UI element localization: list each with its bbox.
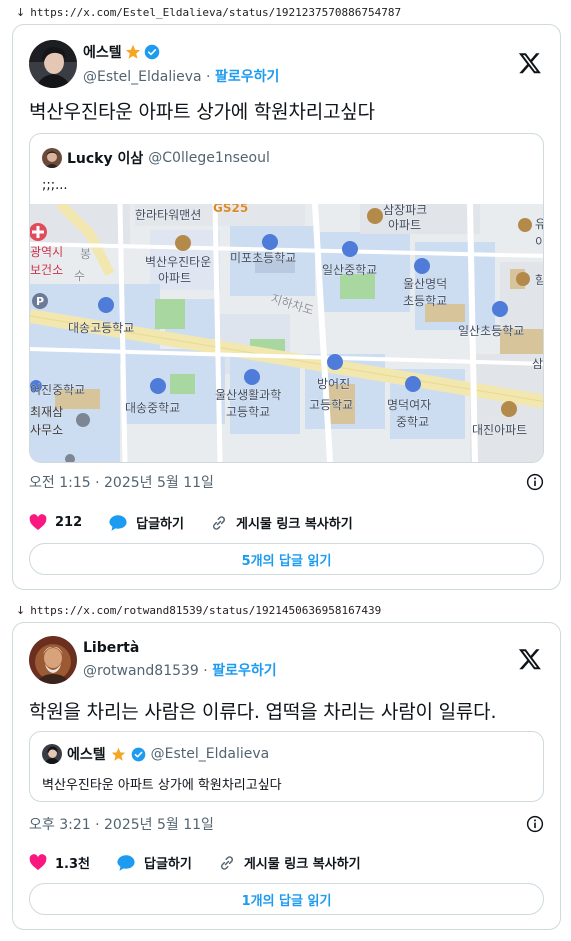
map-label: 아파트 <box>158 271 191 285</box>
speech-bubble-icon <box>109 514 127 531</box>
verified-badge-icon <box>131 747 145 761</box>
map-label: 울산명덕 <box>403 277 447 291</box>
gold-star-icon <box>125 44 140 59</box>
map-label: 울산생활과학 <box>215 388 281 402</box>
map-label: 방어진 <box>317 377 350 391</box>
copy-link-button[interactable]: 게시물 링크 복사하기 <box>210 513 353 532</box>
copy-link-button[interactable]: 게시물 링크 복사하기 <box>218 853 361 872</box>
map-label: 중학교 <box>396 415 429 429</box>
follow-button[interactable]: 팔로우하기 <box>212 663 276 679</box>
quoted-avatar <box>42 148 62 168</box>
map-label: 아파트 <box>388 218 421 232</box>
map-label: 최재삼 <box>30 405 63 419</box>
reply-button[interactable]: 답글하기 <box>108 513 184 532</box>
map-label: 봉 <box>80 247 91 261</box>
capture-url-1: ↓ https://x.com/Estel_Eldalieva/status/1… <box>16 6 401 19</box>
quoted-author-name: Lucky 이삼 <box>67 151 144 167</box>
map-image[interactable]: P 한라타워맨션 GS25 삼장파크 아파트 광역시 보건소 봉 수 벽산우진타… <box>30 200 544 462</box>
author-handle[interactable]: @rotwand81539 <box>83 663 199 679</box>
tweet-card: 에스텔 @Estel_Eldalieva · 팔로우하기 벽산우진타운 아파트 … <box>12 24 561 590</box>
url-text: https://x.com/rotwand81539/status/192145… <box>30 604 382 617</box>
copy-link-label: 게시물 링크 복사하기 <box>243 857 361 872</box>
x-logo-icon[interactable] <box>518 647 542 671</box>
map-label: 수 <box>74 269 85 283</box>
down-arrow-icon: ↓ <box>16 604 26 617</box>
map-label: 일산중학교 <box>322 263 377 277</box>
author-name[interactable]: 에스텔 <box>83 42 122 62</box>
like-button[interactable]: 212 <box>29 514 82 531</box>
quoted-tweet[interactable]: 에스텔 @Estel_Eldalieva 벽산우진타운 아파트 상가에 학원차리… <box>29 731 544 802</box>
map-label: 일산초등학교 <box>458 324 524 338</box>
map-label: 삼 <box>532 357 543 371</box>
info-icon[interactable] <box>526 815 544 833</box>
map-label: 어진중학교 <box>30 383 85 397</box>
map-label: 명덕여자 <box>387 398 431 412</box>
quoted-text: 벽산우진타운 아파트 상가에 학원차리고싶다 <box>42 778 282 793</box>
tweet-text: 학원을 차리는 사람은 이류다. 엽떡을 차리는 사람이 일류다. <box>29 701 497 723</box>
quoted-header: Lucky 이삼 @C0llege1nseoul <box>42 148 270 168</box>
tweet-text: 벽산우진타운 아파트 상가에 학원차리고싶다 <box>29 101 375 123</box>
link-icon <box>212 515 225 530</box>
map-label: 고등학교 <box>226 405 270 419</box>
map-label: 미포초등학교 <box>230 251 296 265</box>
like-button[interactable]: 1.3천 <box>29 853 90 872</box>
author-name[interactable]: Libertà <box>83 640 139 656</box>
link-icon <box>220 855 233 870</box>
heart-icon <box>29 854 47 870</box>
map-label: 고등학교 <box>309 398 353 412</box>
quoted-tweet[interactable]: Lucky 이삼 @C0llege1nseoul ;;;... P 한라타워맨션… <box>29 133 544 463</box>
map-label: 사무소 <box>30 423 63 437</box>
quoted-author-handle: @Estel_Eldalieva <box>150 746 270 762</box>
map-label: 벽산우진타운 <box>145 255 211 269</box>
timestamp[interactable]: 오후 3:21 · 2025년 5월 11일 <box>29 814 214 834</box>
tweet-header: 에스텔 @Estel_Eldalieva · 팔로우하기 <box>29 39 544 89</box>
read-replies-button[interactable]: 1개의 답글 읽기 <box>29 883 544 915</box>
action-bar: 1.3천 답글하기 게시물 링크 복사하기 <box>29 853 387 872</box>
url-text: https://x.com/Estel_Eldalieva/status/192… <box>30 6 402 19</box>
gold-star-icon <box>111 747 125 761</box>
capture-url-2: ↓ https://x.com/rotwand81539/status/1921… <box>16 604 381 617</box>
like-count: 1.3천 <box>55 857 90 872</box>
info-icon[interactable] <box>526 473 544 491</box>
x-logo-icon[interactable] <box>518 51 542 75</box>
heart-icon <box>29 514 47 530</box>
map-label: 이 <box>535 235 544 249</box>
like-count: 212 <box>55 515 83 530</box>
verified-badge-icon <box>144 44 159 60</box>
map-label: 보건소 <box>30 263 63 277</box>
map-label: 초등학교 <box>403 294 447 308</box>
svg-text:P: P <box>36 295 44 308</box>
map-label: 대진아파트 <box>472 423 527 437</box>
read-replies-button[interactable]: 5개의 답글 읽기 <box>29 543 544 575</box>
avatar[interactable] <box>29 636 77 684</box>
action-bar: 212 답글하기 게시물 링크 복사하기 <box>29 513 379 532</box>
tweet-header: Libertà @rotwand81539 · 팔로우하기 <box>29 635 544 685</box>
quoted-avatar <box>42 744 62 764</box>
reply-label: 답글하기 <box>144 857 192 872</box>
author-handle[interactable]: @Estel_Eldalieva <box>83 69 202 85</box>
map-label: 유 <box>535 217 544 231</box>
map-label: 함 <box>535 273 544 287</box>
follow-button[interactable]: 팔로우하기 <box>215 69 279 85</box>
reply-button[interactable]: 답글하기 <box>116 853 192 872</box>
reply-label: 답글하기 <box>136 517 184 532</box>
quoted-author-name: 에스텔 <box>67 747 106 763</box>
down-arrow-icon: ↓ <box>16 6 26 19</box>
map-label: 대송중학교 <box>125 401 180 415</box>
map-label: 광역시 <box>30 245 63 259</box>
timestamp[interactable]: 오전 1:15 · 2025년 5월 11일 <box>29 472 214 492</box>
speech-bubble-icon <box>117 854 135 871</box>
map-label: 삼장파크 <box>383 204 427 217</box>
quoted-header: 에스텔 @Estel_Eldalieva <box>42 744 269 764</box>
map-label: 대송고등학교 <box>68 321 134 335</box>
avatar[interactable] <box>29 40 77 88</box>
copy-link-label: 게시물 링크 복사하기 <box>235 517 353 532</box>
map-label: GS25 <box>213 204 248 215</box>
quoted-author-handle: @C0llege1nseoul <box>148 150 270 166</box>
map-label: 한라타워맨션 <box>135 208 201 222</box>
quoted-text: ;;;... <box>42 178 68 193</box>
tweet-card: Libertà @rotwand81539 · 팔로우하기 학원을 차리는 사람… <box>12 622 561 930</box>
